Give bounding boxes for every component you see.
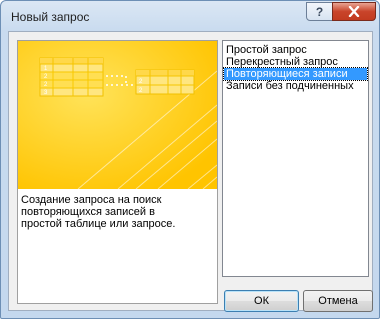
dialog-title: Новый запрос <box>11 10 90 24</box>
query-description: Создание запроса на поиск повторяющихся … <box>21 194 176 230</box>
cancel-button[interactable]: Отмена <box>303 290 373 312</box>
help-button[interactable]: ? <box>306 2 333 21</box>
dialog-client-area: 1 2 2 3 2 2 Создание запроса на поиск по… <box>8 31 373 312</box>
query-type-simple[interactable]: Простой запрос <box>224 44 367 56</box>
preview-panel: 1 2 2 3 2 2 Создание запроса на поиск по… <box>17 40 218 304</box>
query-type-find-duplicates[interactable]: Повторяющиеся записи <box>223 67 368 81</box>
help-icon: ? <box>315 4 324 19</box>
duplicate-records-illustration: 1 2 2 3 2 2 <box>18 41 217 189</box>
ok-button[interactable]: ОК <box>224 290 299 312</box>
title-bar[interactable]: Новый запрос ? <box>1 1 379 31</box>
query-type-find-unmatched[interactable]: Записи без подчиненных <box>224 80 367 92</box>
new-query-dialog: Новый запрос ? 1 2 2 3 2 2 Создание запр… <box>0 0 380 319</box>
close-button[interactable] <box>332 2 376 21</box>
source-table: 1 2 2 3 <box>39 57 104 97</box>
result-table: 2 2 <box>135 69 195 95</box>
query-type-list[interactable]: Простой запрос Перекрестный запрос Повто… <box>222 40 369 277</box>
query-type-crosstab[interactable]: Перекрестный запрос <box>224 56 367 68</box>
preview-image: 1 2 2 3 2 2 <box>18 41 217 189</box>
close-icon <box>348 6 360 17</box>
